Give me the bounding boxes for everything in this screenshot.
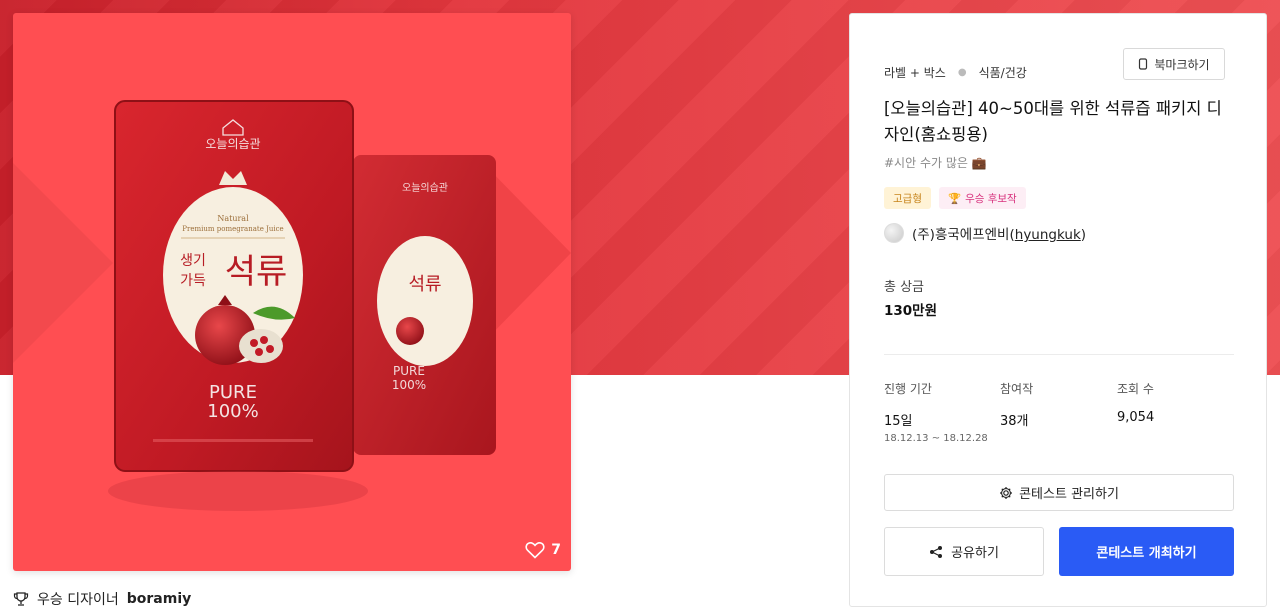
period-label: 진행 기간 — [884, 382, 932, 396]
contest-title: [오늘의습관] 40~50대를 위한 석류즙 패키지 디자인(홈쇼핑용) — [884, 99, 1222, 144]
back-pouch-brand: 오늘의습관 — [402, 182, 448, 194]
divider — [884, 354, 1234, 355]
candidate-badge-label: 우승 후보작 — [965, 192, 1017, 205]
entries-value: 38개 — [1000, 414, 1029, 429]
contest-tagline: #시안 수가 많은 💼 — [884, 156, 987, 170]
category-label[interactable]: 라벨 + 박스 — [884, 64, 946, 81]
prize-value: 130만원 — [884, 303, 938, 319]
share-button[interactable]: 공유하기 — [884, 527, 1044, 576]
trophy-icon: 🏆 — [947, 192, 962, 205]
host-username-link[interactable]: hyungkuk — [1015, 227, 1081, 243]
pomegranate-pouch-illustration: 오늘의습관 석류 PURE 100% 오늘의습관 Natural Premium… — [13, 100, 571, 511]
entries-stat: 참여작 38개 — [1000, 380, 1033, 429]
winner-designer: 우승 디자이너 boramiy — [13, 589, 191, 609]
gear-icon — [1000, 486, 1013, 499]
front-pouch-side-line1: 생기 — [180, 253, 206, 269]
manage-contest-label: 콘테스트 관리하기 — [1019, 487, 1119, 502]
manage-contest-button[interactable]: 콘테스트 관리하기 — [884, 474, 1234, 511]
period-stat: 진행 기간 15일 18.12.13 ~ 18.12.28 — [884, 380, 988, 444]
back-pouch-percent: 100% — [392, 378, 426, 392]
winner-name[interactable]: boramiy — [127, 591, 192, 607]
trophy-icon — [13, 592, 29, 606]
back-pouch-main: 석류 — [408, 274, 441, 295]
front-pouch-natural-line1: Natural — [217, 214, 249, 223]
like-count: 7 — [551, 542, 561, 558]
category-breadcrumb: 라벨 + 박스 ● 식품/건강 — [884, 64, 1027, 81]
front-pouch-natural-line2: Premium pomegranate Juice — [182, 225, 283, 233]
period-dates: 18.12.13 ~ 18.12.28 — [884, 433, 988, 444]
back-pouch-pure: PURE — [393, 364, 425, 378]
winner-label: 우승 디자이너 — [37, 592, 119, 608]
candidate-badge: 🏆 우승 후보작 — [938, 187, 1026, 209]
prize-label: 총 상금 — [884, 280, 925, 295]
front-pouch-main: 석류 — [225, 252, 288, 292]
contest-image[interactable]: 오늘의습관 석류 PURE 100% 오늘의습관 Natural Premium… — [13, 13, 571, 571]
host-info: (주)흥국에프엔비(hyungkuk) — [884, 223, 1086, 243]
heart-icon — [525, 542, 545, 559]
badge-group: 고급형 🏆 우승 후보작 — [884, 187, 1026, 209]
premium-badge-label: 고급형 — [893, 192, 922, 205]
bookmark-button[interactable]: 북마크하기 — [1123, 48, 1225, 80]
front-pouch-brand: 오늘의습관 — [205, 137, 260, 151]
avatar — [884, 223, 904, 243]
views-label: 조회 수 — [1117, 382, 1154, 396]
subcategory-label[interactable]: 식품/건강 — [979, 64, 1027, 81]
share-label: 공유하기 — [951, 546, 999, 561]
front-pouch-side-line2: 가득 — [180, 273, 206, 289]
premium-badge: 고급형 — [884, 187, 931, 209]
bookmark-label: 북마크하기 — [1154, 57, 1210, 72]
like-button[interactable]: 7 — [525, 541, 561, 559]
front-pouch-percent: 100% — [207, 401, 258, 422]
host-contest-label: 콘테스트 개최하기 — [1096, 546, 1197, 561]
share-icon — [930, 545, 943, 558]
entries-label: 참여작 — [1000, 382, 1034, 396]
host-contest-button[interactable]: 콘테스트 개최하기 — [1059, 527, 1234, 576]
host-company: (주)흥국에프엔비 — [912, 227, 1010, 243]
views-value: 9,054 — [1117, 410, 1155, 425]
bookmark-icon — [1139, 58, 1148, 70]
separator-dot: ● — [957, 67, 967, 78]
contest-info-panel: 라벨 + 박스 ● 식품/건강 북마크하기 [오늘의습관] 40~50대를 위한… — [849, 13, 1267, 607]
views-stat: 조회 수 9,054 — [1117, 380, 1154, 425]
period-value: 15일 — [884, 414, 913, 429]
front-pouch-pure: PURE — [209, 382, 257, 403]
